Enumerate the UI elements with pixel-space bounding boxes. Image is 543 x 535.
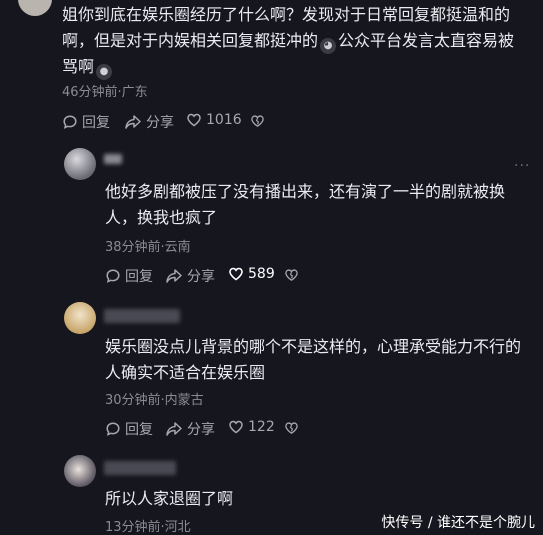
emoji-icon: ● <box>96 64 113 80</box>
share-arrow-icon <box>125 115 141 129</box>
comment-text: 姐你到底在娱乐圈经历了什么啊？发现对于日常回复都挺温和的啊，但是对于内娱相关回复… <box>62 2 530 80</box>
share-button[interactable]: 分享 <box>124 112 174 132</box>
reply-text: 所以人家退圈了啊 <box>105 489 234 508</box>
share-label: 分享 <box>187 269 215 285</box>
reply-label: 回复 <box>125 269 153 285</box>
like-button[interactable]: 589 <box>228 266 275 282</box>
heart-icon <box>229 420 243 434</box>
dislike-button[interactable] <box>284 268 299 282</box>
username[interactable] <box>104 154 122 164</box>
share-arrow-icon <box>166 269 182 283</box>
reply-meta: 38分钟前·云南 <box>105 240 191 255</box>
reply-button[interactable]: 回复 <box>105 419 153 439</box>
share-label: 分享 <box>187 422 215 438</box>
like-count: 589 <box>248 266 275 282</box>
share-label: 分享 <box>146 115 174 131</box>
comment-bubble-icon <box>106 422 120 436</box>
reply-label: 回复 <box>82 115 110 131</box>
share-arrow-icon <box>166 422 182 436</box>
comment-meta: 46分钟前·广东 <box>62 85 148 100</box>
avatar[interactable] <box>18 0 52 16</box>
username[interactable] <box>104 461 176 475</box>
share-button[interactable]: 分享 <box>165 266 215 286</box>
broken-heart-icon <box>285 422 298 434</box>
reply-text: 娱乐圈没点儿背景的哪个不是这样的，心理承受能力不行的人确实不适合在娱乐圈 <box>105 337 522 382</box>
comment-bubble-icon <box>106 269 120 283</box>
broken-heart-icon <box>285 269 298 281</box>
reply-button[interactable]: 回复 <box>62 112 110 132</box>
like-count: 1016 <box>206 112 242 128</box>
reply-meta: 13分钟前·河北 <box>105 520 191 535</box>
username[interactable] <box>104 309 180 323</box>
heart-icon <box>229 267 243 281</box>
dislike-button[interactable] <box>250 114 265 128</box>
emoji-icon: ◕ <box>320 38 337 54</box>
like-button[interactable]: 122 <box>228 419 275 435</box>
reply-label: 回复 <box>125 422 153 438</box>
reply-text: 他好多剧都被压了没有播出来，还有演了一半的剧就被换人，换我也疯了 <box>105 182 506 227</box>
avatar[interactable] <box>64 302 96 334</box>
reply-meta: 30分钟前·内蒙古 <box>105 393 204 408</box>
reply-button[interactable]: 回复 <box>105 266 153 286</box>
share-button[interactable]: 分享 <box>165 419 215 439</box>
more-options-icon[interactable]: ··· <box>514 158 530 174</box>
like-button[interactable]: 1016 <box>186 112 242 128</box>
avatar[interactable] <box>64 148 96 180</box>
heart-icon <box>187 113 201 127</box>
broken-heart-icon <box>251 115 264 127</box>
dislike-button[interactable] <box>284 421 299 435</box>
comment-bubble-icon <box>63 115 77 129</box>
like-count: 122 <box>248 419 275 435</box>
watermark: 快传号 / 谁还不是个腕儿 <box>381 515 535 531</box>
avatar[interactable] <box>64 455 96 487</box>
